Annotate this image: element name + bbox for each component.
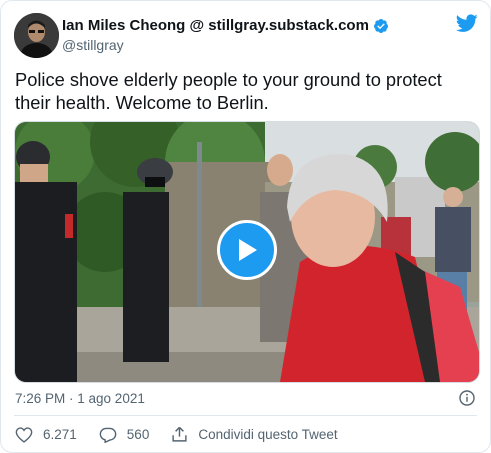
author-handle[interactable]: @stillgray: [62, 37, 124, 53]
tweet-video[interactable]: [14, 121, 480, 383]
reply-icon: [99, 427, 117, 443]
share-label: Condividi questo Tweet: [198, 427, 338, 442]
verified-badge-icon: [373, 18, 389, 34]
reply-count: 560: [126, 427, 150, 442]
tweet-card[interactable]: Ian Miles Cheong @ stillgray.substack.co…: [0, 0, 491, 453]
share-icon: [172, 426, 187, 442]
like-count: 6.271: [43, 427, 77, 442]
play-icon: [239, 239, 257, 261]
divider: [14, 415, 477, 416]
reply-button[interactable]: 560: [99, 427, 150, 443]
play-button[interactable]: [217, 220, 277, 280]
heart-icon: [15, 426, 33, 443]
author-avatar[interactable]: [14, 13, 59, 58]
share-button[interactable]: Condividi questo Tweet: [171, 426, 338, 443]
info-icon[interactable]: [459, 390, 475, 406]
tweet-timestamp[interactable]: 7:26 PM · 1 ago 2021: [15, 391, 145, 406]
like-button[interactable]: 6.271: [15, 426, 77, 443]
twitter-bird-icon[interactable]: [455, 14, 478, 33]
tweet-actions: 6.271 560 Condividi questo Tweet: [15, 426, 360, 443]
author-name[interactable]: Ian Miles Cheong @ stillgray.substack.co…: [62, 17, 389, 35]
tweet-text: Police shove elderly people to your grou…: [15, 69, 442, 113]
author-name-text[interactable]: Ian Miles Cheong @ stillgray.substack.co…: [62, 17, 369, 35]
